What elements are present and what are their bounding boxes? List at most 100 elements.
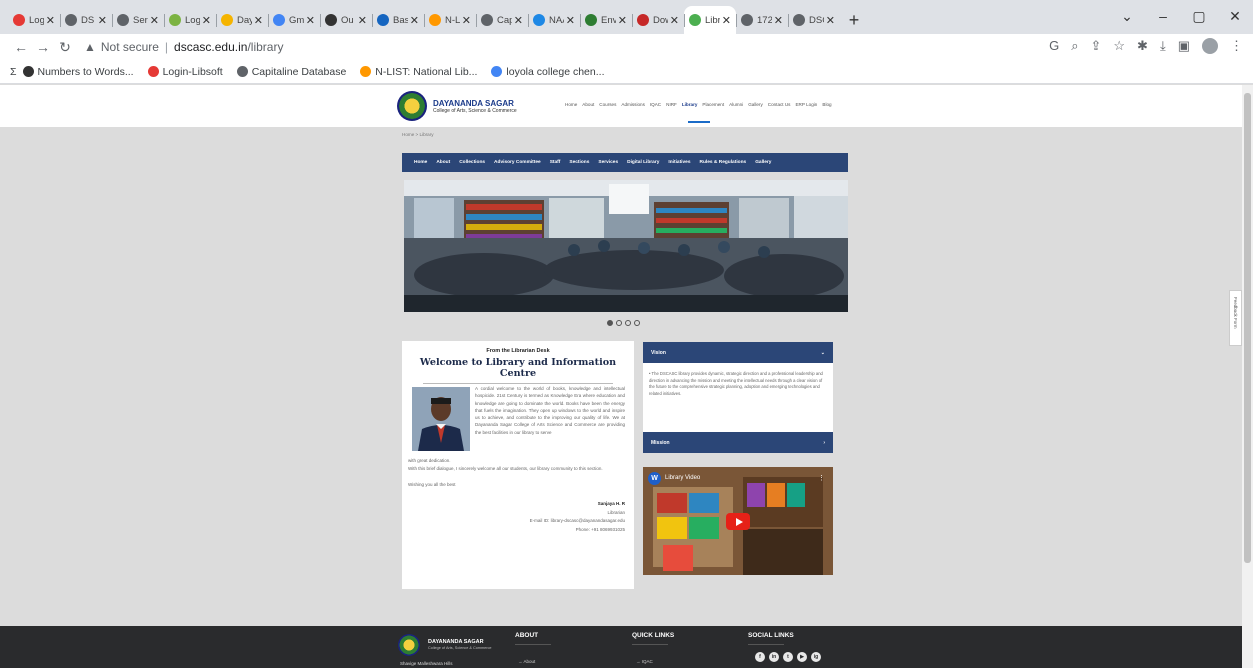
- topnav-item[interactable]: Blog: [822, 102, 831, 107]
- topnav-item[interactable]: Library: [682, 102, 698, 107]
- tab-close-icon[interactable]: ✕: [722, 14, 731, 27]
- tab-close-icon[interactable]: ✕: [462, 14, 471, 27]
- library-nav-item[interactable]: Collections: [459, 160, 485, 165]
- download-icon[interactable]: ⤓: [1160, 38, 1166, 54]
- topnav-item[interactable]: Placement: [702, 102, 724, 107]
- topnav-item[interactable]: Gallery: [748, 102, 763, 107]
- social-icon[interactable]: t: [783, 652, 793, 662]
- star-icon[interactable]: ☆: [1113, 38, 1125, 54]
- vision-accordion-header[interactable]: Vision ⌄: [643, 342, 833, 363]
- library-nav-item[interactable]: Initiatives: [668, 160, 690, 165]
- library-nav-item[interactable]: About: [436, 160, 450, 165]
- browser-tab[interactable]: NAAC✕: [528, 6, 580, 34]
- topnav-item[interactable]: NIRF: [666, 102, 677, 107]
- library-nav-item[interactable]: Services: [598, 160, 618, 165]
- profile-avatar[interactable]: [1202, 38, 1218, 54]
- topnav-item[interactable]: Home: [565, 102, 577, 107]
- bookmark-item[interactable]: loyola college chen...: [491, 66, 605, 78]
- tab-close-icon[interactable]: ✕: [202, 14, 211, 27]
- browser-tab[interactable]: 172.25.✕: [736, 6, 788, 34]
- tab-close-icon[interactable]: ✕: [410, 14, 419, 27]
- google-icon[interactable]: G: [1049, 38, 1059, 54]
- menu-icon[interactable]: ⋮: [1230, 38, 1243, 54]
- library-nav-item[interactable]: Digital Library: [627, 160, 659, 165]
- browser-tab[interactable]: Cap✕: [476, 6, 528, 34]
- topnav-item[interactable]: IQAC: [650, 102, 661, 107]
- tab-close-icon[interactable]: ✕: [826, 14, 835, 27]
- topnav-item[interactable]: Admissions: [621, 102, 645, 107]
- library-video-embed[interactable]: W Library Video ⋮: [643, 467, 833, 575]
- bookmark-item[interactable]: Login-Libsoft: [147, 66, 223, 78]
- share-icon[interactable]: ⇪: [1090, 38, 1101, 54]
- browser-tab[interactable]: Log ✕: [8, 6, 60, 34]
- new-tab-button[interactable]: +: [840, 6, 868, 34]
- tab-close-icon[interactable]: ✕: [358, 14, 367, 27]
- footer-quick-link[interactable]: → IQAC: [636, 659, 653, 664]
- browser-tab[interactable]: DS ✕: [60, 6, 112, 34]
- library-nav-item[interactable]: Rules & Regulations: [700, 160, 747, 165]
- footer-about-link[interactable]: → About: [518, 659, 535, 664]
- back-button[interactable]: ←: [10, 39, 32, 55]
- tab-close-icon[interactable]: ✕: [514, 14, 523, 27]
- feedback-tab[interactable]: Feedback Form: [1229, 290, 1242, 346]
- bookmark-item[interactable]: Capitaline Database: [236, 66, 346, 78]
- video-title[interactable]: Library Video: [665, 475, 700, 481]
- topnav-item[interactable]: Contact Us: [768, 102, 791, 107]
- bookmark-item[interactable]: Numbers to Words...: [22, 66, 134, 78]
- librarian-email[interactable]: E-mail ID: library-dscasc@dayanandasagar…: [530, 517, 625, 526]
- library-nav-item[interactable]: Staff: [550, 160, 561, 165]
- social-icon[interactable]: ig: [811, 652, 821, 662]
- play-button[interactable]: [726, 513, 750, 530]
- page-scrollbar[interactable]: [1242, 85, 1253, 668]
- carousel-dot[interactable]: [625, 320, 631, 326]
- topnav-item[interactable]: Alumni: [729, 102, 743, 107]
- topnav-item[interactable]: About: [582, 102, 594, 107]
- tab-close-icon[interactable]: ✕: [98, 14, 107, 27]
- tab-close-icon[interactable]: ✕: [46, 14, 55, 27]
- browser-tab[interactable]: DSCASC✕: [788, 6, 840, 34]
- browser-tab[interactable]: Libr ✕: [684, 6, 736, 34]
- browser-tab[interactable]: Gm ✕: [268, 6, 320, 34]
- chevron-down-icon[interactable]: ⌄: [1109, 2, 1145, 30]
- bookmark-item[interactable]: N-LIST: National Lib...: [360, 66, 477, 78]
- library-nav-item[interactable]: Home: [414, 160, 427, 165]
- library-hero-carousel[interactable]: [404, 180, 848, 312]
- browser-tab[interactable]: Bas ✕: [372, 6, 424, 34]
- browser-tab[interactable]: Enviror✕: [580, 6, 632, 34]
- topnav-item[interactable]: Courses: [599, 102, 616, 107]
- browser-tab[interactable]: Day ✕: [216, 6, 268, 34]
- carousel-dot[interactable]: [634, 320, 640, 326]
- social-icon[interactable]: in: [769, 652, 779, 662]
- extensions-icon[interactable]: ✱: [1137, 38, 1148, 54]
- browser-tab[interactable]: Downlo✕: [632, 6, 684, 34]
- tab-close-icon[interactable]: ✕: [774, 14, 783, 27]
- topnav-item[interactable]: ERP Login: [795, 102, 817, 107]
- tab-close-icon[interactable]: ✕: [566, 14, 575, 27]
- tab-close-icon[interactable]: ✕: [254, 14, 263, 27]
- browser-tab[interactable]: Log ✕: [164, 6, 216, 34]
- forward-button[interactable]: →: [32, 39, 54, 55]
- tab-close-icon[interactable]: ✕: [150, 14, 159, 27]
- tab-close-icon[interactable]: ✕: [306, 14, 315, 27]
- social-icon[interactable]: ▶: [797, 652, 807, 662]
- tab-close-icon[interactable]: ✕: [618, 14, 627, 27]
- mission-accordion-header[interactable]: Mission ›: [643, 432, 833, 453]
- library-nav-item[interactable]: Sections: [569, 160, 589, 165]
- address-bar[interactable]: ▲ Not secure | dscasc.edu.in/library: [84, 36, 283, 58]
- more-options-icon[interactable]: ⋮: [818, 474, 825, 482]
- tab-close-icon[interactable]: ✕: [670, 14, 679, 27]
- carousel-dot[interactable]: [616, 320, 622, 326]
- carousel-dot[interactable]: [607, 320, 613, 326]
- reload-button[interactable]: ↻: [54, 39, 76, 56]
- library-nav-item[interactable]: Gallery: [755, 160, 771, 165]
- zoom-icon[interactable]: ⌕: [1071, 38, 1078, 54]
- minimize-button[interactable]: –: [1145, 2, 1181, 30]
- site-logo[interactable]: DAYANANDA SAGAR College of Arts, Science…: [397, 91, 517, 121]
- library-nav-item[interactable]: Advisory Committee: [494, 160, 541, 165]
- close-window-button[interactable]: ✕: [1217, 2, 1253, 30]
- browser-tab[interactable]: Ou ✕: [320, 6, 372, 34]
- social-icon[interactable]: f: [755, 652, 765, 662]
- browser-tab[interactable]: N-L ✕: [424, 6, 476, 34]
- sidepanel-icon[interactable]: ▣: [1178, 38, 1190, 54]
- scrollbar-thumb[interactable]: [1244, 93, 1251, 563]
